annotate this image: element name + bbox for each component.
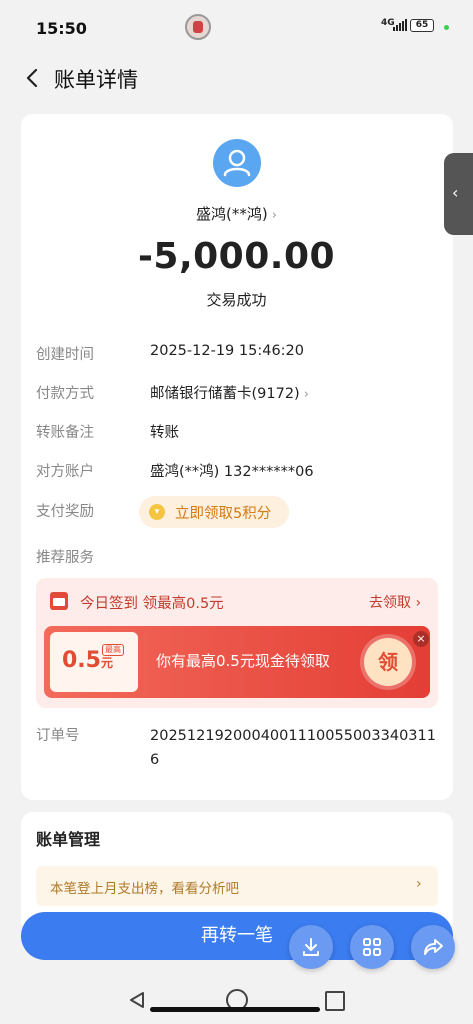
coupon-tag: 最高 <box>102 644 124 656</box>
go-claim-link[interactable]: 去领取 › <box>369 592 421 612</box>
gesture-bar[interactable] <box>150 1007 320 1012</box>
system-recent-icon[interactable] <box>325 991 345 1011</box>
screen: 15:50 4G 65 账单详情 盛鸿(**鸿) › -5,000.00 交易成功… <box>0 0 473 1024</box>
order-label: 订单号 <box>36 728 80 744</box>
go-claim-label: 去领取 <box>369 595 411 611</box>
detail-label-remark: 转账备注 <box>36 425 94 441</box>
page-title: 账单详情 <box>54 68 138 92</box>
recommend-label: 推荐服务 <box>36 550 94 566</box>
detail-label-counterparty: 对方账户 <box>36 464 94 480</box>
download-button[interactable] <box>289 925 333 969</box>
calendar-icon <box>50 592 68 610</box>
side-panel-tab[interactable]: ‹ <box>444 153 473 235</box>
payee-name-text: 盛鸿(**鸿) <box>196 205 268 223</box>
coupon-amount-value: 0.5 <box>62 648 101 673</box>
detail-value-remark: 转账 <box>150 425 179 441</box>
nav-bar: 账单详情 <box>0 55 473 103</box>
order-number: 2025121920004001110055003340311 6 <box>150 728 436 768</box>
charging-dot-icon <box>444 25 449 30</box>
detail-value-counterparty: 盛鸿(**鸿) 132******06 <box>150 464 314 480</box>
cash-banner[interactable]: 0.5元 最高 你有最高0.5元现金待领取 领 × <box>44 626 430 698</box>
payment-method-link[interactable]: 邮储银行储蓄卡(9172) › <box>150 382 309 403</box>
detail-label-created-time: 创建时间 <box>36 347 94 363</box>
payee-name[interactable]: 盛鸿(**鸿) › <box>0 203 473 224</box>
bill-management-title: 账单管理 <box>36 830 101 849</box>
checkin-promo: 今日签到 领最高0.5元 去领取 › 0.5元 最高 你有最高0.5元现金待领取… <box>36 578 438 708</box>
close-icon[interactable]: × <box>413 631 429 647</box>
battery-level: 65 <box>415 20 429 30</box>
claim-cash-button[interactable]: 领 <box>364 638 412 686</box>
system-back-icon[interactable] <box>128 991 146 1009</box>
transaction-amount: -5,000.00 <box>137 236 336 277</box>
status-time: 15:50 <box>36 19 87 38</box>
menu-grid-button[interactable] <box>350 925 394 969</box>
chevron-right-icon: › <box>303 387 309 402</box>
spending-analysis-text: 本笔登上月支出榜，看看分析吧 <box>50 881 239 897</box>
spending-analysis-link[interactable]: 本笔登上月支出榜，看看分析吧 › <box>36 866 438 906</box>
claim-points-button[interactable]: ▾ 立即领取5积分 <box>139 496 289 528</box>
chevron-right-icon: › <box>271 208 277 223</box>
user-avatar-icon <box>213 139 261 187</box>
detail-label-reward: 支付奖励 <box>36 504 94 520</box>
detail-value-payment-method: 邮储银行储蓄卡(9172) <box>150 386 300 402</box>
share-icon <box>424 939 443 955</box>
back-icon[interactable] <box>22 67 44 89</box>
download-icon <box>303 938 319 956</box>
coupon: 0.5元 最高 <box>50 632 138 692</box>
side-collapse-icon: ‹ <box>452 183 459 202</box>
detail-value-created-time: 2025-12-19 15:46:20 <box>150 343 304 359</box>
notification-avatar-icon <box>185 14 211 40</box>
chevron-right-icon: › <box>416 876 422 892</box>
chevron-right-icon: › <box>415 595 422 611</box>
detail-label-payment-method: 付款方式 <box>36 386 94 402</box>
share-button[interactable] <box>411 925 455 969</box>
coupon-unit: 元 <box>100 656 113 670</box>
status-bar: 15:50 4G 65 <box>0 0 473 55</box>
grid-icon <box>363 938 381 956</box>
battery-icon: 65 <box>410 19 434 32</box>
system-nav-bar <box>0 975 473 1024</box>
checkin-title: 今日签到 领最高0.5元 <box>80 596 224 612</box>
banner-text: 你有最高0.5元现金待领取 <box>156 652 330 670</box>
signal-icon <box>393 19 407 31</box>
transaction-status: 交易成功 <box>206 291 267 309</box>
claim-points-label: 立即领取5积分 <box>175 506 272 522</box>
coin-icon: ▾ <box>149 504 165 520</box>
